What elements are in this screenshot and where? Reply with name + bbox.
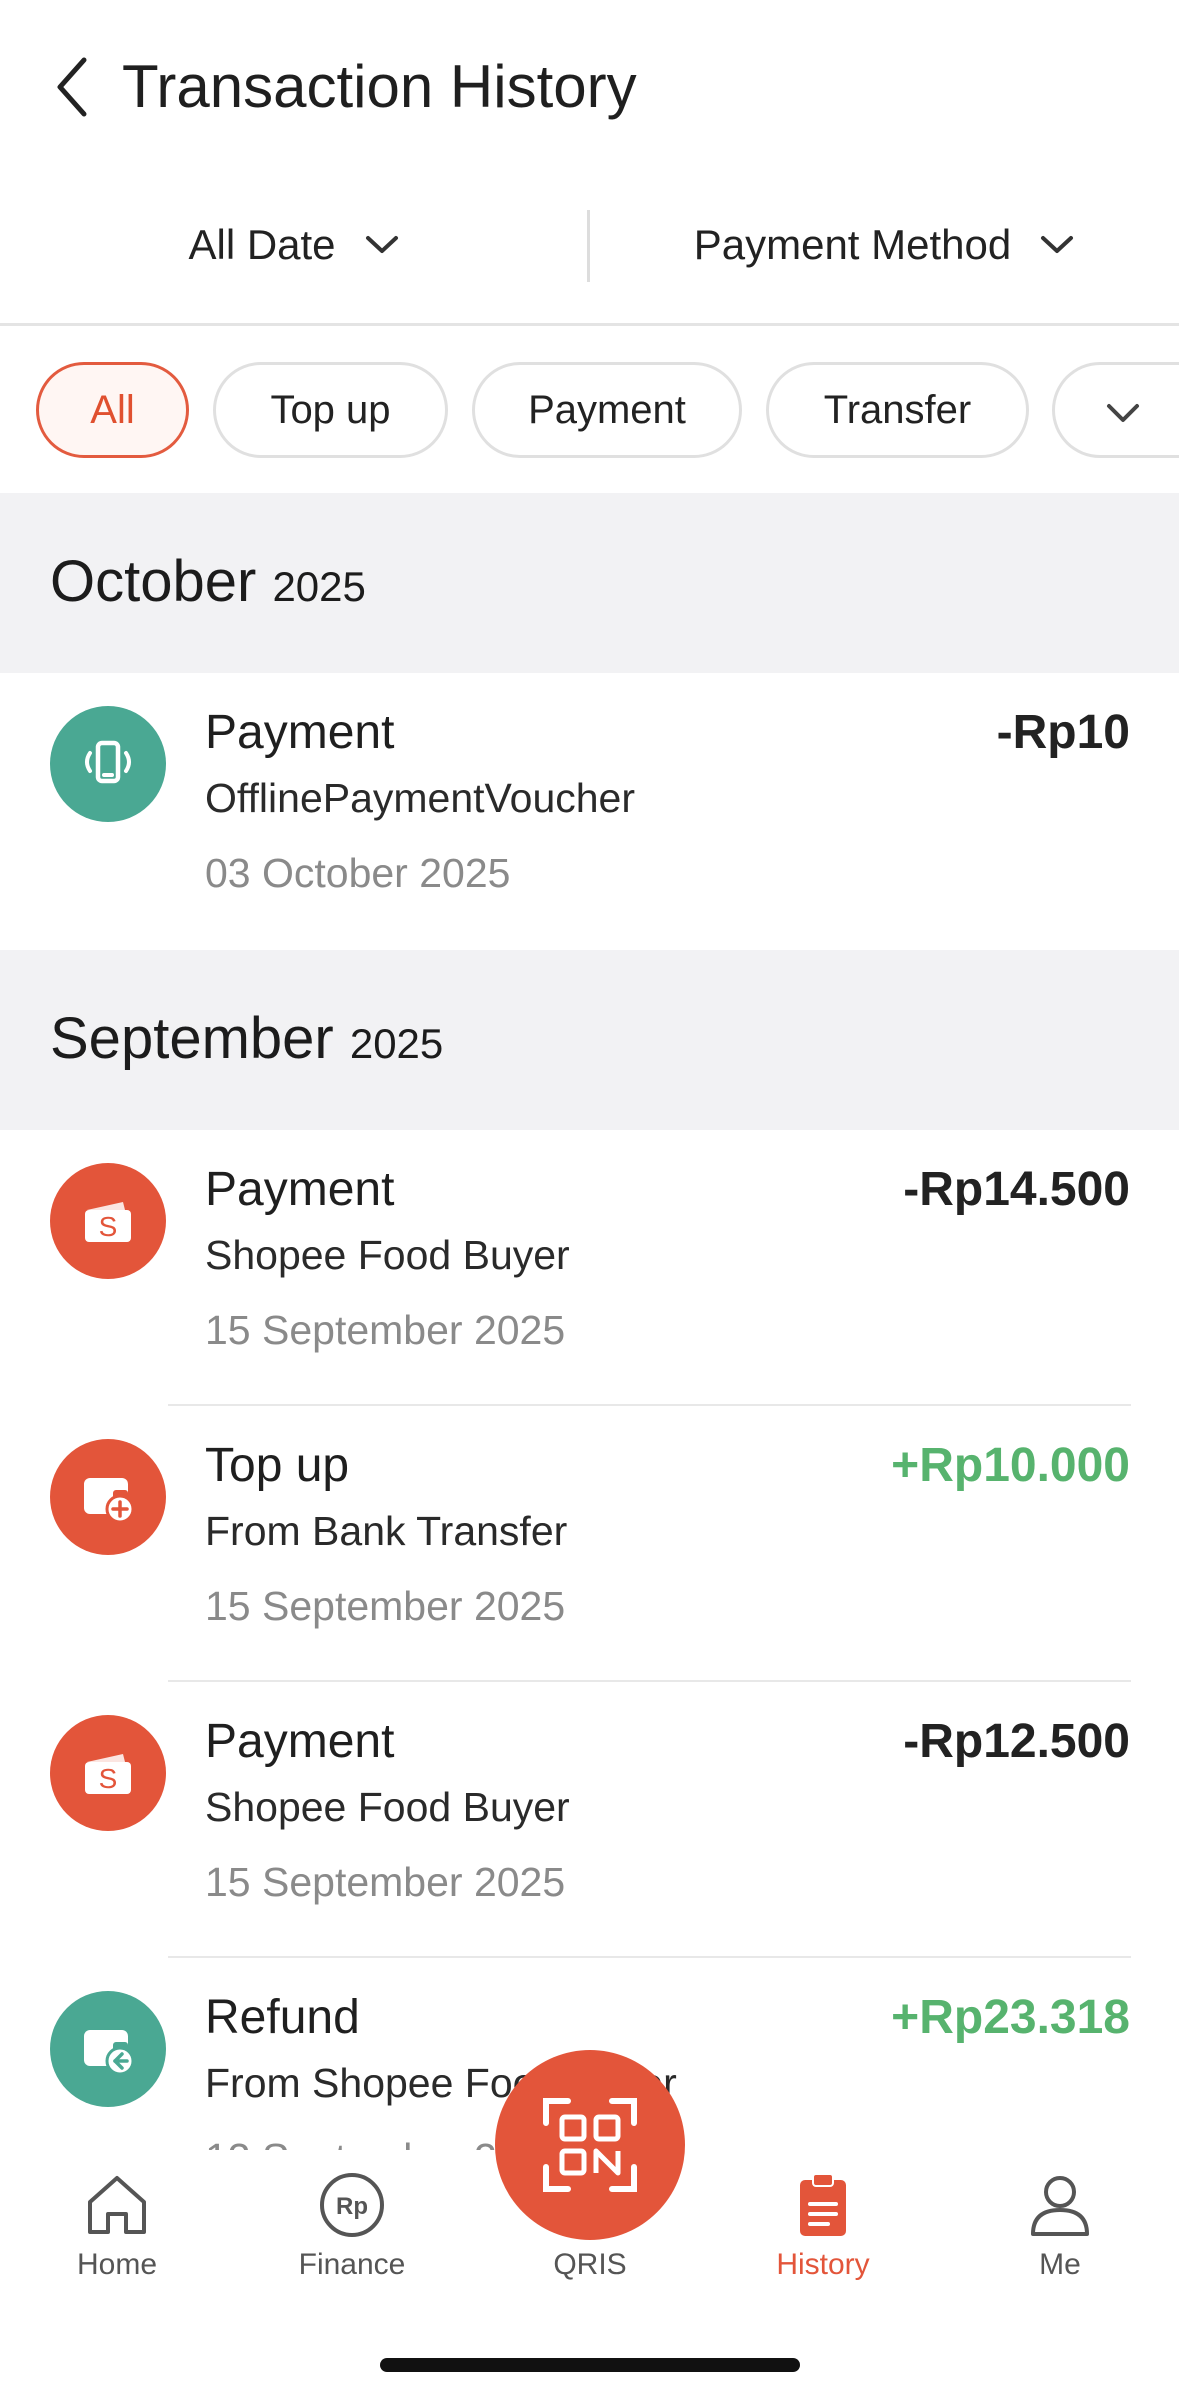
nav-qris-label: QRIS [553, 2248, 627, 2281]
shopee-bag-icon: S [50, 1163, 166, 1279]
wallet-plus-icon [50, 1439, 166, 1555]
transaction-amount: -Rp12.500 [903, 1715, 1130, 1768]
chevron-down-icon [1041, 236, 1074, 253]
wallet-refund-icon [50, 1991, 166, 2107]
chevron-left-icon [57, 57, 87, 117]
chip-transfer[interactable]: Transfer [766, 362, 1029, 458]
transaction-type: Payment [205, 1715, 395, 1768]
transaction-date: 03 October 2025 [205, 850, 511, 896]
nav-finance[interactable]: Rp Finance [252, 2170, 452, 2320]
nav-home-label: Home [76, 2248, 158, 2281]
transaction-date: 15 September 2025 [205, 1583, 566, 1629]
transaction-amount: +Rp23.318 [891, 1991, 1130, 2044]
back-button[interactable] [48, 52, 98, 122]
home-indicator [380, 2358, 800, 2372]
transaction-row[interactable]: Top up +Rp10.000 From Bank Transfer 15 S… [0, 1406, 1179, 1682]
transaction-description: OfflinePaymentVoucher [205, 775, 635, 821]
section-month: October 2025 [50, 549, 366, 614]
chip-top-up[interactable]: Top up [213, 362, 448, 458]
transaction-row[interactable]: Payment -Rp10 OfflinePaymentVoucher 03 O… [0, 673, 1179, 950]
transaction-type: Payment [205, 1163, 395, 1216]
nav-finance-label: Finance [298, 2248, 406, 2281]
section-year: 2025 [272, 563, 366, 610]
bottom-navigation: Home Rp Finance QRIS History Me [0, 2050, 1179, 2396]
nav-home[interactable]: Home [17, 2170, 217, 2320]
section-header-october: October 2025 [0, 493, 1179, 673]
section-year: 2025 [349, 1020, 444, 1067]
svg-text:S: S [99, 1211, 118, 1242]
payment-method-filter-dropdown[interactable]: Payment Method [590, 200, 1179, 290]
chevron-down-icon [365, 236, 398, 253]
transaction-description: Shopee Food Buyer [205, 1784, 570, 1830]
qr-scan-icon [543, 2098, 637, 2192]
user-icon [1031, 2176, 1089, 2236]
chevron-down-icon [1107, 404, 1139, 422]
transaction-date: 15 September 2025 [205, 1859, 566, 1905]
filter-bar: All Date Payment Method [0, 200, 1179, 326]
shopee-bag-icon: S [50, 1715, 166, 1831]
nav-me[interactable]: Me [960, 2170, 1160, 2320]
page-title: Transaction History [122, 53, 637, 120]
phone-payment-icon [50, 706, 166, 822]
transaction-description: Shopee Food Buyer [205, 1232, 570, 1278]
transaction-amount: +Rp10.000 [891, 1439, 1130, 1492]
transaction-row[interactable]: S Payment -Rp14.500 Shopee Food Buyer 15… [0, 1130, 1179, 1406]
transaction-row[interactable]: S Payment -Rp12.500 Shopee Food Buyer 15… [0, 1682, 1179, 1958]
svg-text:Rp: Rp [336, 2193, 368, 2220]
section-month: September 2025 [50, 1006, 444, 1071]
transaction-type: Payment [205, 706, 395, 759]
transaction-type-chips: All Top up Payment Transfer [0, 329, 1179, 493]
chip-all[interactable]: All [36, 362, 189, 458]
qris-scan-button[interactable] [495, 2050, 685, 2240]
rupiah-icon: Rp [320, 2173, 384, 2237]
chip-more-button[interactable] [1052, 362, 1179, 458]
clipboard-icon [800, 2173, 846, 2236]
nav-history[interactable]: History [723, 2170, 923, 2320]
date-filter-dropdown[interactable]: All Date [0, 200, 588, 290]
header: Transaction History [0, 0, 1179, 175]
transaction-description: From Bank Transfer [205, 1508, 568, 1554]
home-icon [88, 2176, 146, 2234]
date-filter-label: All Date [188, 221, 336, 268]
svg-text:S: S [99, 1763, 118, 1794]
transaction-date: 15 September 2025 [205, 1307, 566, 1353]
nav-me-label: Me [1039, 2248, 1081, 2281]
transaction-amount: -Rp10 [996, 706, 1130, 759]
transaction-amount: -Rp14.500 [903, 1163, 1130, 1216]
transaction-type: Refund [205, 1991, 360, 2044]
section-header-september: September 2025 [0, 950, 1179, 1130]
chip-payment[interactable]: Payment [472, 362, 742, 458]
transaction-type: Top up [205, 1439, 350, 1492]
payment-method-filter-label: Payment Method [693, 221, 1012, 268]
nav-history-label: History [776, 2248, 870, 2281]
